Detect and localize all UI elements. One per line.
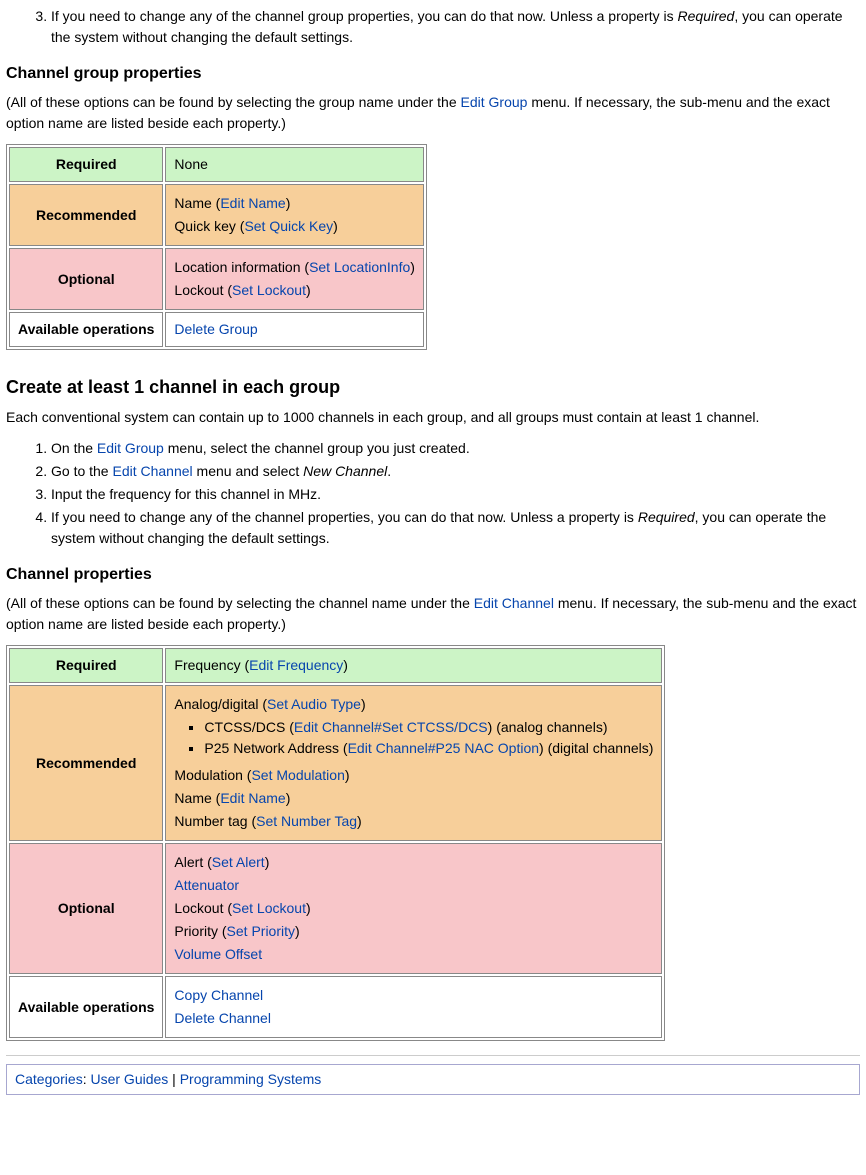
p25-nac-option-link[interactable]: Edit Channel#P25 NAC Option — [348, 740, 539, 756]
list-item: Go to the Edit Channel menu and select N… — [51, 461, 860, 482]
table-row: Recommended Name (Edit Name) Quick key (… — [9, 184, 424, 246]
row-content-recommended: Name (Edit Name) Quick key (Set Quick Ke… — [165, 184, 424, 246]
list-item: Input the frequency for this channel in … — [51, 484, 860, 505]
edit-name-link[interactable]: Edit Name — [220, 790, 285, 806]
set-alert-link[interactable]: Set Alert — [212, 854, 265, 870]
edit-group-link[interactable]: Edit Group — [461, 94, 528, 110]
edit-channel-link[interactable]: Edit Channel — [474, 595, 554, 611]
row-content-operations: Copy Channel Delete Channel — [165, 976, 662, 1038]
set-quick-key-link[interactable]: Set Quick Key — [244, 218, 333, 234]
group-setup-steps-continued: If you need to change any of the channel… — [6, 6, 860, 48]
delete-channel-link[interactable]: Delete Channel — [174, 1010, 271, 1026]
row-label-optional: Optional — [9, 248, 163, 310]
set-lockout-link[interactable]: Set Lockout — [232, 282, 306, 298]
table-row: Optional Alert (Set Alert) Attenuator Lo… — [9, 843, 662, 974]
create-channel-heading: Create at least 1 channel in each group — [6, 374, 860, 401]
row-content-optional: Location information (Set LocationInfo) … — [165, 248, 424, 310]
volume-offset-link[interactable]: Volume Offset — [174, 946, 262, 962]
row-label-required: Required — [9, 648, 163, 683]
list-item: On the Edit Group menu, select the chann… — [51, 438, 860, 459]
row-content-optional: Alert (Set Alert) Attenuator Lockout (Se… — [165, 843, 662, 974]
table-row: Available operations Copy Channel Delete… — [9, 976, 662, 1038]
divider — [6, 1055, 860, 1056]
create-channel-intro: Each conventional system can contain up … — [6, 407, 860, 428]
edit-channel-link[interactable]: Edit Channel — [112, 463, 192, 479]
set-audio-type-link[interactable]: Set Audio Type — [267, 696, 361, 712]
row-label-optional: Optional — [9, 843, 163, 974]
channel-properties-table: Required Frequency (Edit Frequency) Reco… — [6, 645, 665, 1041]
row-content-required: None — [165, 147, 424, 182]
row-content-recommended: Analog/digital (Set Audio Type) CTCSS/DC… — [165, 685, 662, 841]
delete-group-link[interactable]: Delete Group — [174, 321, 257, 337]
create-channel-steps: On the Edit Group menu, select the chann… — [6, 438, 860, 549]
row-content-required: Frequency (Edit Frequency) — [165, 648, 662, 683]
list-item: P25 Network Address (Edit Channel#P25 NA… — [204, 738, 653, 759]
set-ctcss-dcs-link[interactable]: Edit Channel#Set CTCSS/DCS — [294, 719, 488, 735]
channel-group-properties-table: Required None Recommended Name (Edit Nam… — [6, 144, 427, 350]
set-location-info-link[interactable]: Set LocationInfo — [309, 259, 410, 275]
list-item: CTCSS/DCS (Edit Channel#Set CTCSS/DCS) (… — [204, 717, 653, 738]
set-number-tag-link[interactable]: Set Number Tag — [256, 813, 357, 829]
category-programming-systems-link[interactable]: Programming Systems — [180, 1071, 322, 1087]
edit-group-link[interactable]: Edit Group — [97, 440, 164, 456]
row-label-operations: Available operations — [9, 312, 163, 347]
channel-properties-intro: (All of these options can be found by se… — [6, 593, 860, 635]
table-row: Available operations Delete Group — [9, 312, 424, 347]
step-3: If you need to change any of the channel… — [51, 6, 860, 48]
audio-type-sublist: CTCSS/DCS (Edit Channel#Set CTCSS/DCS) (… — [174, 717, 653, 759]
row-content-operations: Delete Group — [165, 312, 424, 347]
list-item: If you need to change any of the channel… — [51, 507, 860, 549]
set-lockout-link[interactable]: Set Lockout — [232, 900, 306, 916]
channel-properties-heading: Channel properties — [6, 563, 860, 587]
table-row: Recommended Analog/digital (Set Audio Ty… — [9, 685, 662, 841]
row-label-required: Required — [9, 147, 163, 182]
edit-name-link[interactable]: Edit Name — [220, 195, 285, 211]
categories-box: Categories: User Guides | Programming Sy… — [6, 1064, 860, 1095]
edit-frequency-link[interactable]: Edit Frequency — [249, 657, 343, 673]
table-row: Optional Location information (Set Locat… — [9, 248, 424, 310]
attenuator-link[interactable]: Attenuator — [174, 877, 239, 893]
categories-link[interactable]: Categories — [15, 1071, 83, 1087]
channel-group-properties-heading: Channel group properties — [6, 62, 860, 86]
set-priority-link[interactable]: Set Priority — [227, 923, 295, 939]
table-row: Required None — [9, 147, 424, 182]
row-label-recommended: Recommended — [9, 685, 163, 841]
set-modulation-link[interactable]: Set Modulation — [251, 767, 344, 783]
channel-group-properties-intro: (All of these options can be found by se… — [6, 92, 860, 134]
copy-channel-link[interactable]: Copy Channel — [174, 987, 263, 1003]
table-row: Required Frequency (Edit Frequency) — [9, 648, 662, 683]
category-user-guides-link[interactable]: User Guides — [90, 1071, 168, 1087]
row-label-operations: Available operations — [9, 976, 163, 1038]
row-label-recommended: Recommended — [9, 184, 163, 246]
